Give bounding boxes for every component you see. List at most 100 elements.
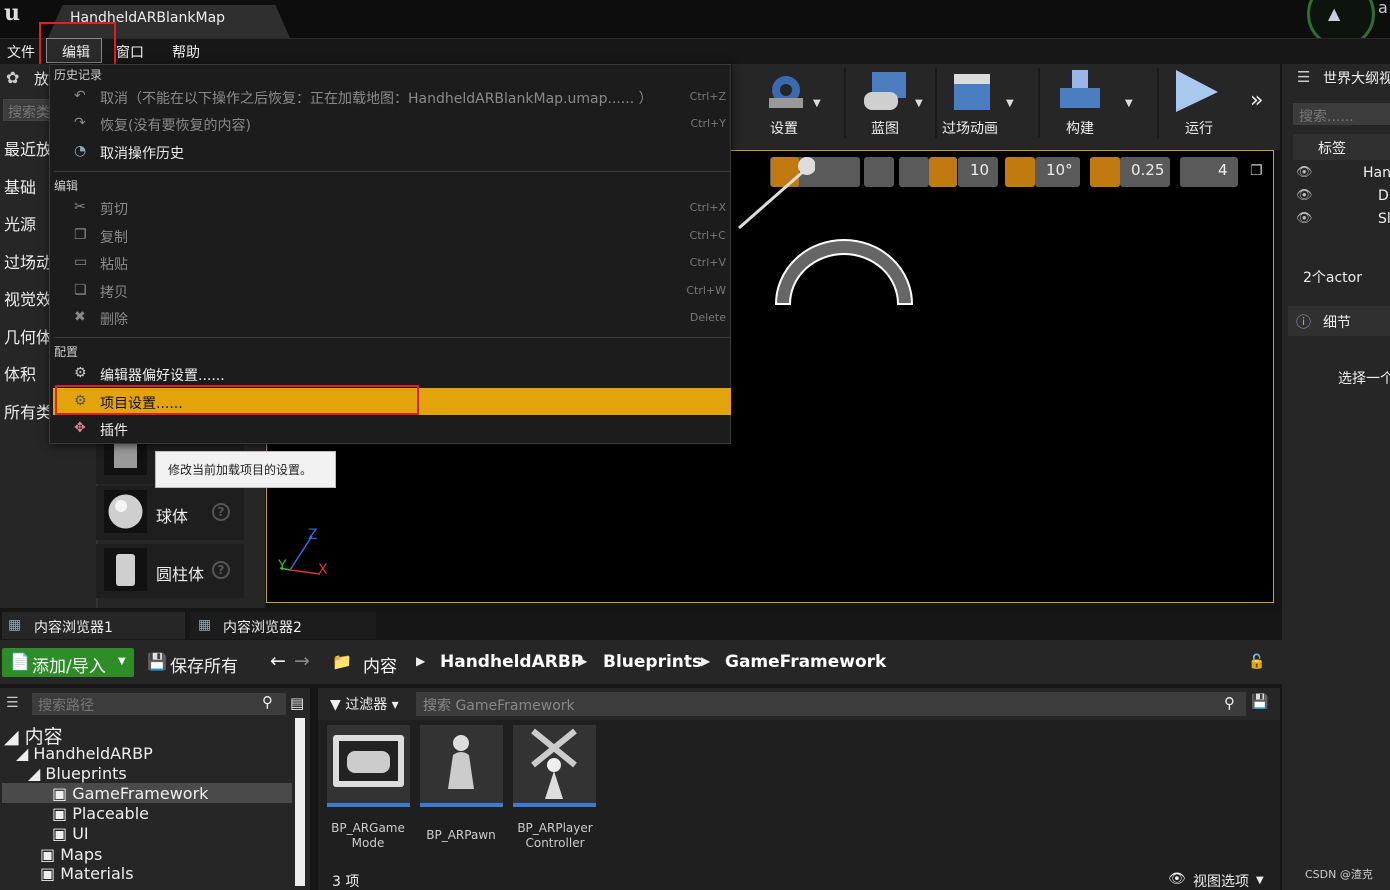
camera-speed[interactable]: [1180, 157, 1238, 187]
back-arrow-icon[interactable]: ←: [270, 650, 286, 672]
chevron-down-icon: ▼: [1256, 875, 1264, 886]
scale-snap-icon[interactable]: [1090, 157, 1120, 187]
world-local-icon[interactable]: [864, 157, 894, 187]
settings-dropdown-icon[interactable]: ▼: [813, 98, 821, 109]
path-options-icon[interactable]: ▤: [290, 694, 304, 712]
folder-handheldarbp[interactable]: ◢ HandheldARBP: [16, 744, 153, 763]
surface-snap-icon[interactable]: [899, 157, 929, 187]
menu-help[interactable]: 帮助: [172, 42, 200, 62]
details-info-icon: ⓘ: [1296, 313, 1312, 331]
save-search-icon[interactable]: 💾: [1251, 694, 1268, 710]
blueprint-icon[interactable]: [862, 70, 910, 116]
grid-snap-icon[interactable]: [929, 157, 957, 187]
outliner-row[interactable]: Di: [1378, 188, 1390, 204]
menu-file[interactable]: 文件: [7, 42, 35, 62]
cinematics-clapper-icon[interactable]: [950, 70, 998, 116]
folder-maps[interactable]: ▣ Maps: [40, 845, 102, 864]
breadcrumb-content[interactable]: 内容: [363, 652, 397, 677]
folder-icon: 📁: [332, 652, 352, 671]
save-icon[interactable]: 💾: [147, 652, 167, 671]
breadcrumb-handheldarbp[interactable]: HandheldARBP: [440, 652, 583, 672]
toolbar-overflow-icon[interactable]: »: [1250, 88, 1263, 113]
toolbar-divider: [935, 68, 937, 138]
menu-cut[interactable]: 剪切: [100, 199, 128, 219]
visibility-eye-icon[interactable]: 👁: [1296, 211, 1313, 226]
folder-placeable[interactable]: ▣ Placeable: [52, 804, 149, 823]
asset-label-line1: BP_ARPlayer: [517, 821, 593, 835]
view-options-button[interactable]: 视图选项: [1193, 871, 1249, 890]
category-all-classes[interactable]: 所有类: [4, 399, 52, 423]
filters-button[interactable]: ▼ 过滤器 ▾: [330, 694, 399, 714]
rotation-snap-icon[interactable]: [1005, 157, 1035, 187]
category-volumes[interactable]: 体积: [4, 361, 36, 385]
menu-undo[interactable]: 取消（不能在以下操作之后恢复：正在加载地图：HandheldARBlankMap…: [100, 88, 653, 108]
folder-gameframework[interactable]: ▣ GameFramework: [52, 784, 208, 803]
menu-bar: [0, 38, 1390, 64]
history-icon: ◔: [74, 143, 87, 159]
path-search-placeholder: 搜索路径: [38, 698, 94, 714]
outliner-row[interactable]: Han: [1363, 165, 1390, 181]
forward-arrow-icon[interactable]: →: [294, 650, 310, 672]
category-visual-effects[interactable]: 视觉效: [4, 286, 52, 310]
build-dropdown-icon[interactable]: ▼: [1125, 98, 1133, 109]
toolbar-build-label: 构建: [1066, 121, 1094, 137]
unreal-logo-icon[interactable]: u: [4, 0, 20, 26]
menu-delete[interactable]: 删除: [100, 309, 128, 329]
save-all-button[interactable]: 保存所有: [170, 652, 238, 677]
maximize-viewport-icon[interactable]: ❐: [1250, 163, 1263, 179]
details-title: 细节: [1323, 315, 1351, 331]
actor-count: 2个actor: [1303, 270, 1362, 286]
category-basic[interactable]: 基础: [4, 174, 36, 198]
eye-icon: 👁: [1168, 871, 1186, 887]
help-icon[interactable]: ?: [212, 561, 230, 579]
menu-editor-preferences[interactable]: 编辑器偏好设置......: [100, 365, 225, 385]
visibility-eye-icon[interactable]: 👁: [1296, 188, 1313, 203]
lock-icon[interactable]: 🔓: [1248, 654, 1265, 670]
menu-copy[interactable]: 复制: [100, 227, 128, 247]
visibility-eye-icon[interactable]: 👁: [1296, 165, 1313, 180]
toolbar-play-label: 运行: [1185, 121, 1213, 137]
menu-paste[interactable]: 粘贴: [100, 254, 128, 274]
class-search-placeholder: 搜索类: [8, 105, 50, 121]
axis-z-label: Z: [308, 527, 318, 543]
search-icon[interactable]: ⚲: [1224, 694, 1235, 712]
breadcrumb-blueprints[interactable]: Blueprints: [603, 652, 702, 672]
breadcrumb-chevron-icon: ▶: [701, 654, 711, 668]
category-geometry[interactable]: 几何体: [4, 324, 52, 348]
editor-preferences-icon: ⚙: [74, 365, 87, 381]
graduation-cap-icon: ▲: [1328, 4, 1341, 23]
sky-light-gizmo[interactable]: [770, 232, 918, 312]
cinematics-dropdown-icon[interactable]: ▼: [1006, 98, 1014, 109]
content-browser-icon: ▦: [198, 617, 212, 633]
outliner-row[interactable]: Sl: [1378, 211, 1390, 227]
folder-materials[interactable]: ▣ Materials: [40, 864, 134, 883]
category-lights[interactable]: 光源: [4, 211, 36, 235]
folder-blueprints[interactable]: ◢ Blueprints: [28, 764, 127, 783]
outliner-list-icon: ☰: [1297, 68, 1311, 86]
help-icon[interactable]: ?: [212, 503, 230, 521]
play-icon[interactable]: [1174, 68, 1220, 118]
blueprint-dropdown-icon[interactable]: ▼: [915, 98, 923, 109]
account-initial[interactable]: a: [1378, 0, 1388, 17]
search-icon[interactable]: ⚲: [262, 693, 273, 711]
category-recent[interactable]: 最近放: [4, 136, 52, 160]
menu-undo-history[interactable]: 取消操作历史: [100, 143, 184, 163]
asset-bp-arplayercontroller[interactable]: [513, 725, 596, 807]
breadcrumb-chevron-icon: ▶: [578, 654, 588, 668]
settings-gear-icon[interactable]: [764, 70, 808, 116]
menu-redo[interactable]: 恢复(没有要恢复的内容): [100, 115, 251, 135]
redo-shortcut: Ctrl+Y: [690, 117, 726, 130]
menu-window[interactable]: 窗口: [116, 42, 144, 62]
asset-bp-argamemode[interactable]: [327, 725, 410, 807]
sources-toggle-icon[interactable]: ☰: [6, 695, 19, 711]
gamepad-icon: [333, 735, 404, 787]
build-blocks-icon[interactable]: [1058, 68, 1106, 116]
menu-plugins[interactable]: 插件: [100, 420, 128, 440]
folder-tree-scrollbar[interactable]: [295, 718, 305, 886]
menu-duplicate[interactable]: 拷贝: [100, 282, 128, 302]
category-cinematic[interactable]: 过场动: [4, 249, 52, 273]
asset-bp-arpawn[interactable]: [420, 725, 503, 807]
folder-ui[interactable]: ▣ UI: [52, 824, 89, 843]
directional-light-gizmo[interactable]: [735, 150, 816, 236]
breadcrumb-gameframework[interactable]: GameFramework: [725, 652, 886, 672]
